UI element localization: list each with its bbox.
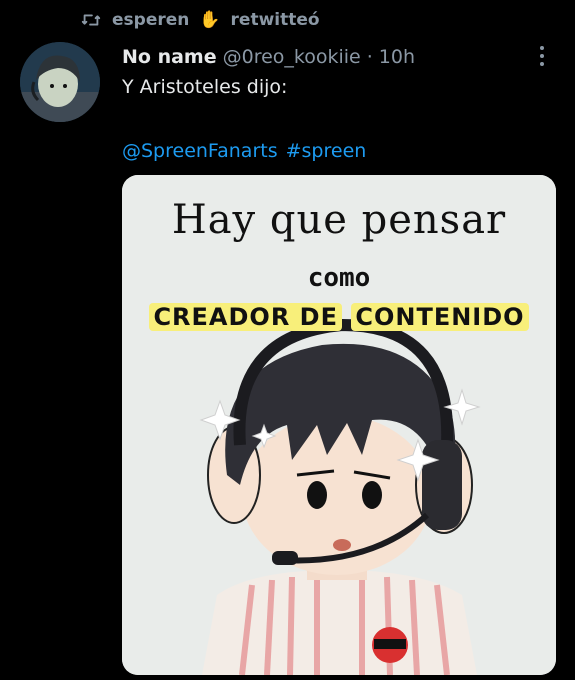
tweet-timestamp[interactable]: 10h (379, 46, 415, 68)
image-text-line3: CREADOR DE CONTENIDO (122, 303, 556, 331)
separator-dot: · (366, 46, 373, 68)
image-text-line2: como (307, 263, 371, 293)
author-name[interactable]: No name (122, 46, 217, 68)
mention-link[interactable]: @SpreenFanarts (122, 140, 278, 162)
fanart-illustration (122, 175, 556, 675)
retweet-user[interactable]: esperen (112, 10, 189, 30)
retweet-icon (81, 14, 101, 26)
tweet-links: @SpreenFanarts #spreen (122, 140, 366, 162)
retweet-context[interactable]: esperen ✋ retwitteó (80, 8, 320, 32)
image-text-highlight2: CONTENIDO (351, 303, 529, 331)
tweet-image[interactable]: Hay que pensar como CREADOR DE CONTENIDO (122, 175, 556, 675)
hashtag-link[interactable]: #spreen (286, 140, 367, 162)
retweet-label: retwitteó (230, 10, 320, 30)
more-options-icon[interactable] (536, 44, 548, 68)
image-text-line1: Hay que pensar (171, 197, 507, 243)
author-handle[interactable]: @0reo_kookiie (223, 46, 361, 68)
image-text-highlight1: CREADOR DE (149, 303, 342, 331)
tweet-text: Y Aristoteles dijo: (122, 76, 288, 98)
avatar[interactable] (20, 42, 100, 122)
raised-hand-emoji: ✋ (199, 10, 221, 30)
tweet-header: No name @0reo_kookiie · 10h (122, 44, 415, 70)
